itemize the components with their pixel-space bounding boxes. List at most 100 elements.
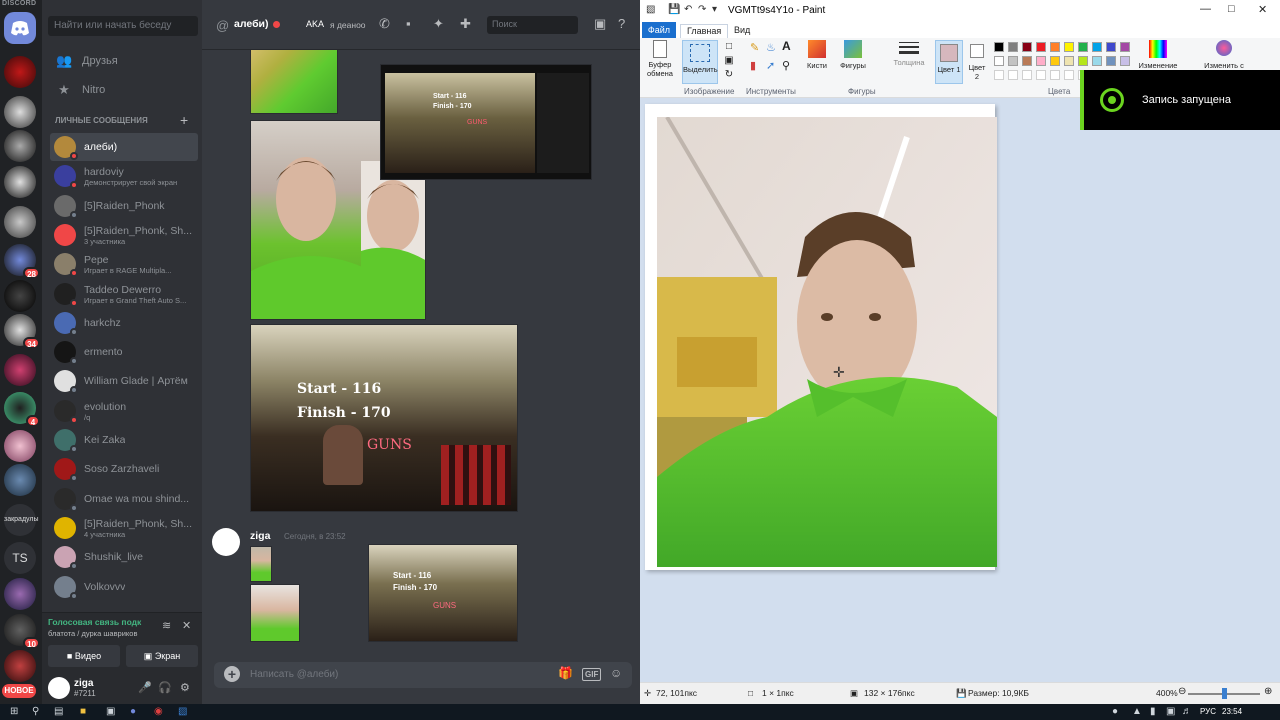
create-dm-icon[interactable]: +	[180, 112, 188, 128]
tab-view[interactable]: Вид	[728, 24, 756, 38]
palette-color-swatch[interactable]	[1092, 42, 1102, 52]
palette-color-swatch[interactable]	[1064, 56, 1074, 66]
message-composer[interactable]: + Написать @алеби) 🎁 GIF ☺	[214, 662, 632, 688]
attachment-image[interactable]	[250, 584, 300, 642]
server-icon[interactable]: закрадулы	[4, 504, 39, 536]
palette-color-swatch[interactable]	[1092, 56, 1102, 66]
palette-color-swatch[interactable]	[1078, 42, 1088, 52]
server-icon[interactable]	[4, 166, 36, 198]
zoom-in-icon[interactable]: ⊕	[1264, 686, 1272, 697]
help-icon[interactable]: ?	[618, 16, 625, 31]
pin-icon[interactable]: ✦	[433, 16, 444, 32]
server-icon[interactable]: 10	[4, 614, 40, 649]
video-call-icon[interactable]: ▪	[406, 16, 411, 31]
palette-color-swatch[interactable]	[1008, 56, 1018, 66]
call-icon[interactable]: ✆	[379, 16, 390, 32]
inbox-icon[interactable]: ▣	[594, 16, 606, 32]
explorer-icon[interactable]: ■	[80, 706, 86, 717]
upload-plus-icon[interactable]: +	[224, 666, 240, 682]
gift-icon[interactable]: 🎁	[558, 666, 573, 680]
battery-icon[interactable]: ▮	[1150, 706, 1156, 717]
tab-file[interactable]: Файл	[642, 22, 676, 38]
palette-color-swatch[interactable]	[1106, 56, 1116, 66]
edit-colors-button[interactable]: Изменение	[1138, 40, 1178, 70]
palette-color-swatch[interactable]	[994, 42, 1004, 52]
dm-item[interactable]: [5]Raiden_Phonk, Sh... 4 участника	[50, 514, 198, 542]
tab-home[interactable]: Главная	[680, 24, 729, 38]
message-author[interactable]: ziga	[250, 530, 270, 542]
server-icon[interactable]	[4, 650, 36, 682]
fill-icon[interactable]: ♨	[766, 43, 776, 54]
tray-icon[interactable]: ●	[1112, 706, 1118, 717]
brushes-button[interactable]: Кисти	[800, 40, 834, 70]
gif-button[interactable]: GIF	[582, 668, 602, 681]
server-icon[interactable]	[4, 430, 36, 462]
attachment-image[interactable]: Start - 116 Finish - 170 GUNS	[368, 544, 518, 642]
palette-color-swatch[interactable]	[994, 56, 1004, 66]
color1-button[interactable]: Цвет 1	[935, 40, 963, 84]
add-friend-icon[interactable]: ✚	[460, 16, 471, 32]
dm-item[interactable]: алеби)	[50, 133, 198, 161]
volume-icon[interactable]: ♬	[1182, 706, 1192, 717]
maximize-icon[interactable]: □	[1228, 3, 1235, 15]
palette-custom-swatch[interactable]	[994, 70, 1004, 80]
emoji-icon[interactable]: ☺	[610, 666, 622, 680]
attachment-image[interactable]	[250, 50, 338, 114]
resize-icon[interactable]: ▣	[720, 56, 738, 66]
palette-custom-swatch[interactable]	[1008, 70, 1018, 80]
voice-channel[interactable]: блатота / дурка шавриков	[48, 629, 137, 638]
chat-search-input[interactable]: Поиск	[487, 16, 578, 34]
dm-item[interactable]: Soso Zarzhaveli	[50, 455, 198, 483]
dm-item[interactable]: ermento	[50, 338, 198, 366]
search-icon[interactable]: ⚲	[32, 706, 39, 717]
thickness-button[interactable]: Толщина	[890, 40, 928, 67]
palette-color-swatch[interactable]	[1120, 56, 1130, 66]
video-button[interactable]: ■ Видео	[48, 645, 120, 667]
eraser-icon[interactable]: ▮	[750, 61, 756, 72]
select-button[interactable]: Выделить	[682, 40, 718, 84]
server-icon[interactable]: 4	[4, 392, 40, 427]
palette-color-swatch[interactable]	[1050, 56, 1060, 66]
palette-color-swatch[interactable]	[1022, 56, 1032, 66]
clipboard-button[interactable]: Буфер обмена	[644, 40, 676, 78]
avatar[interactable]	[48, 677, 70, 699]
server-icon[interactable]	[4, 130, 36, 162]
quick-access-dropdown-icon[interactable]: ▾	[712, 4, 717, 15]
disconnect-icon[interactable]: ✕	[182, 619, 191, 632]
dm-item[interactable]: Kei Zaka	[50, 426, 198, 454]
palette-color-swatch[interactable]	[1078, 56, 1088, 66]
dm-item[interactable]: William Glade | Артём	[50, 367, 198, 395]
friends-nav[interactable]: 👥 Друзья	[50, 49, 198, 73]
server-icon[interactable]	[4, 354, 36, 386]
crop-icon[interactable]: □	[720, 42, 738, 52]
attachment-image[interactable]: Start - 116 Finish - 170 GUNS	[380, 64, 592, 180]
undo-icon[interactable]: ↶	[684, 4, 692, 15]
color-picker-icon[interactable]: ➚	[766, 61, 775, 72]
dm-item[interactable]: [5]Raiden_Phonk, Sh... 3 участника	[50, 221, 198, 249]
magnifier-icon[interactable]: ⚲	[782, 61, 790, 72]
paint-canvas[interactable]: ✛	[645, 104, 997, 570]
dm-item[interactable]: Taddeo Dewerro Играет в Grand Theft Auto …	[50, 280, 198, 308]
settings-gear-icon[interactable]: ⚙	[180, 681, 190, 694]
network-icon[interactable]: ▣	[1166, 706, 1175, 717]
new-unreads-pill[interactable]: НОВОЕ	[2, 684, 36, 698]
shapes-button[interactable]: Фигуры	[836, 40, 870, 70]
taskbar-app-icon[interactable]: ▣	[106, 706, 115, 717]
zoom-slider-thumb[interactable]	[1222, 688, 1227, 699]
home-button[interactable]	[4, 12, 36, 44]
save-icon[interactable]: 💾	[668, 4, 680, 15]
dm-item[interactable]: evolution/q	[50, 397, 198, 425]
dm-item[interactable]: harkchz	[50, 309, 198, 337]
server-icon[interactable]: 28	[4, 244, 40, 279]
attachment-image[interactable]: Start - 116 Finish - 170 GUNS	[250, 324, 518, 512]
headphones-icon[interactable]: 🎧	[158, 681, 172, 694]
clock[interactable]: 23:54	[1222, 707, 1242, 716]
windows-start-icon[interactable]: ⊞	[10, 706, 18, 717]
palette-custom-swatch[interactable]	[1022, 70, 1032, 80]
dm-item[interactable]: [5]Raiden_Phonk	[50, 192, 198, 220]
discord-taskbar-icon[interactable]: ●	[130, 706, 136, 717]
screen-share-button[interactable]: ▣ Экран	[126, 645, 198, 667]
server-icon[interactable]	[4, 578, 36, 610]
server-icon[interactable]	[4, 464, 36, 496]
dm-item[interactable]: Pepe Играет в RAGE Multipla...	[50, 250, 198, 278]
